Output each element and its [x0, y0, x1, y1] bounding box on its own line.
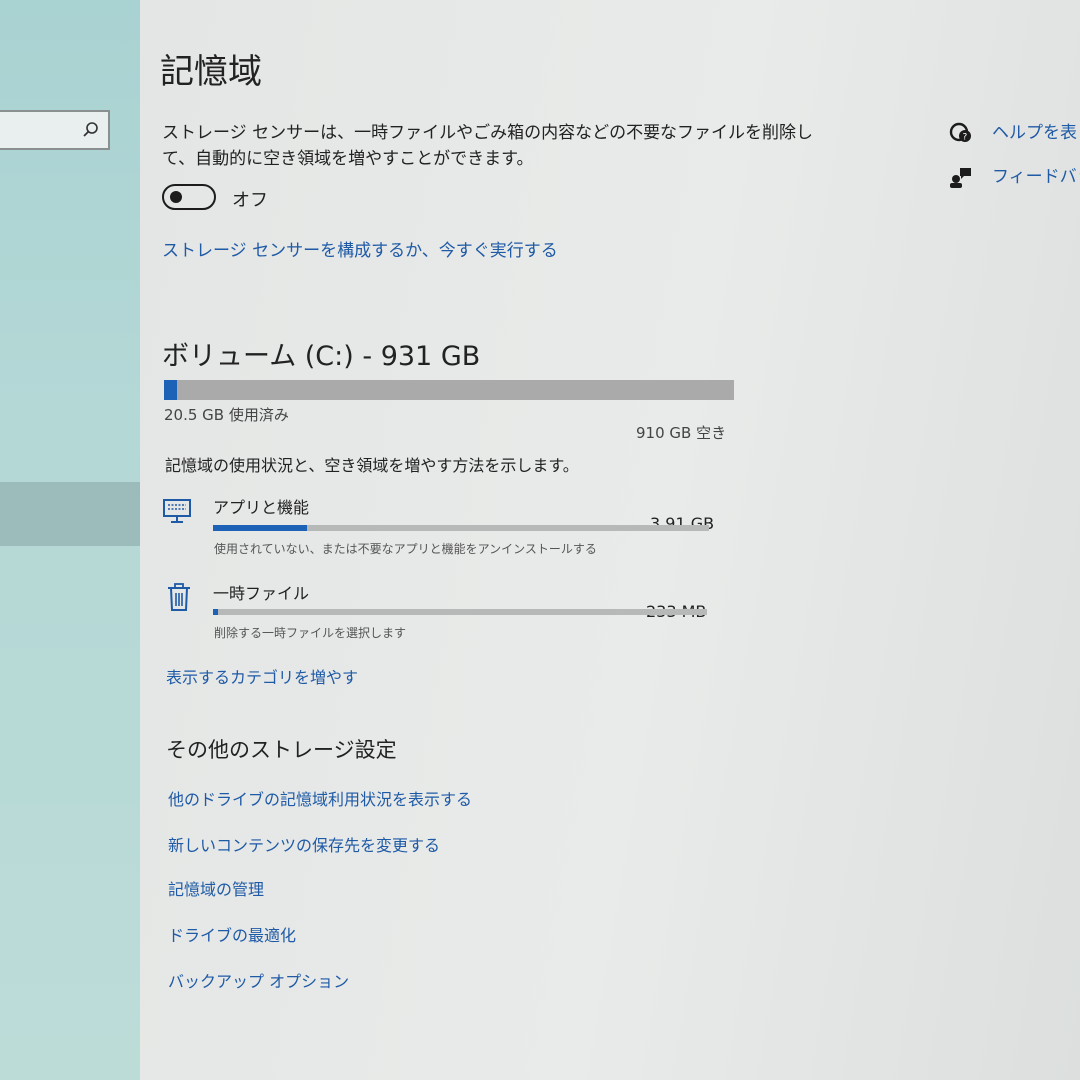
storage-sense-description: ストレージ センサーは、一時ファイルやごみ箱の内容などの不要なファイルを削除し …	[162, 120, 813, 172]
link-optimize-drives[interactable]: ドライブの最適化	[168, 922, 296, 946]
category-apps-icon-wrap	[162, 496, 192, 530]
monitor-icon	[163, 499, 191, 523]
sidebar	[0, 0, 140, 1080]
category-temp-bar-fill	[213, 609, 218, 615]
sidebar-search-box[interactable]	[0, 110, 110, 150]
category-temp-icon-wrap	[164, 582, 194, 616]
feedback-link[interactable]: フィードバッ	[948, 162, 1080, 188]
help-chat-icon: ?	[949, 122, 971, 143]
volume-title: ボリューム (C:) - 931 GB	[162, 341, 481, 372]
feedback-icon	[950, 168, 971, 188]
category-temp-name[interactable]: 一時ファイル	[213, 580, 309, 604]
show-more-categories-link[interactable]: 表示するカテゴリを増やす	[166, 664, 358, 688]
help-link-label: ヘルプを表	[992, 123, 1077, 143]
category-apps-description: 使用されていない、または不要なアプリと機能をアンインストールする	[214, 542, 597, 556]
storage-sense-description-line1: ストレージ センサーは、一時ファイルやごみ箱の内容などの不要なファイルを削除し	[162, 123, 814, 143]
usage-description: 記憶域の使用状況と、空き領域を増やす方法を示します。	[165, 456, 579, 475]
page-title: 記憶域	[160, 52, 262, 92]
category-temp-description: 削除する一時ファイルを選択します	[214, 626, 407, 640]
storage-sense-description-line2: て、自動的に空き領域を増やすことができます。	[162, 149, 534, 169]
storage-sense-toggle[interactable]	[162, 184, 216, 210]
category-apps-name[interactable]: アプリと機能	[213, 494, 309, 518]
search-icon[interactable]	[82, 121, 100, 139]
svg-text:?: ?	[963, 133, 968, 143]
volume-used-label: 20.5 GB 使用済み	[164, 406, 289, 424]
configure-storage-sense-link[interactable]: ストレージ センサーを構成するか、今すぐ実行する	[162, 236, 558, 261]
link-change-save-location[interactable]: 新しいコンテンツの保存先を変更する	[168, 832, 440, 856]
link-manage-storage[interactable]: 記憶域の管理	[168, 876, 264, 900]
volume-free-label: 910 GB 空き	[636, 424, 727, 442]
volume-usage-fill	[164, 380, 177, 400]
volume-usage-bar	[164, 380, 734, 400]
category-apps-bar	[213, 525, 709, 531]
category-temp-bar	[213, 609, 707, 615]
sidebar-selected-item[interactable]	[0, 482, 140, 546]
other-storage-settings-title: その他のストレージ設定	[166, 738, 397, 762]
storage-sense-toggle-label: オフ	[232, 190, 268, 211]
feedback-link-label: フィードバッ	[992, 167, 1080, 187]
category-apps-bar-fill	[213, 525, 308, 531]
toggle-knob	[170, 191, 182, 203]
help-link[interactable]: ? ヘルプを表	[948, 118, 1077, 144]
link-backup-options[interactable]: バックアップ オプション	[168, 968, 349, 992]
link-other-drives-usage[interactable]: 他のドライブの記憶域利用状況を表示する	[168, 786, 472, 810]
trash-icon	[168, 583, 190, 611]
